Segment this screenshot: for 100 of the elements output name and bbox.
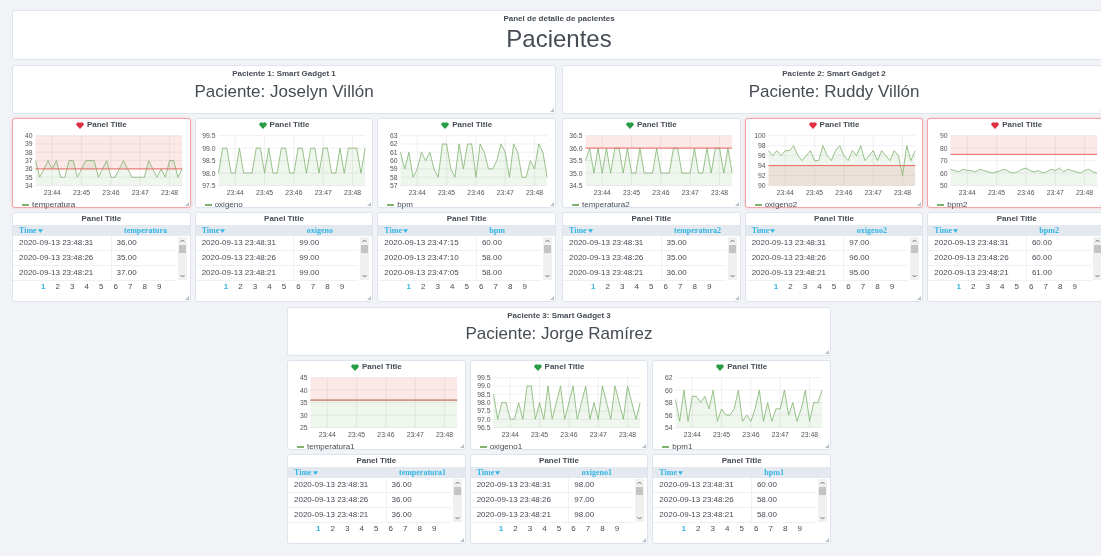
page-link[interactable]: 8 (137, 282, 153, 292)
page-link[interactable]: 3 (797, 282, 813, 292)
page-link[interactable]: 7 (673, 282, 688, 292)
page-link[interactable]: 6 (566, 524, 581, 534)
page-link[interactable]: 5 (826, 282, 842, 292)
page-link[interactable]: 8 (687, 282, 703, 292)
page-link[interactable]: 4 (444, 282, 460, 292)
page-link[interactable]: 6 (108, 282, 124, 292)
legend-label[interactable]: oxigeno (214, 200, 243, 209)
page-link[interactable]: 2 (600, 282, 616, 292)
page-link[interactable]: 9 (427, 524, 442, 534)
page-link[interactable]: 3 (522, 524, 538, 534)
resize-handle-icon[interactable] (917, 296, 922, 300)
page-link[interactable]: 6 (748, 524, 764, 534)
resize-handle-icon[interactable] (459, 538, 464, 542)
page-link[interactable]: 5 (1009, 282, 1024, 292)
page-link[interactable]: 6 (291, 282, 306, 292)
page-link[interactable]: 8 (777, 524, 793, 534)
scrollbar[interactable] (543, 237, 552, 280)
page-link[interactable]: 9 (517, 282, 532, 292)
scrollbar[interactable] (360, 237, 370, 280)
page-link[interactable]: 9 (884, 282, 900, 292)
page-link[interactable]: 5 (369, 524, 384, 534)
page-link[interactable]: 5 (644, 282, 659, 292)
page-link[interactable]: 4 (354, 524, 370, 534)
page-link[interactable]: 6 (473, 282, 489, 292)
legend-label[interactable]: temperatura2 (582, 200, 630, 209)
page-link[interactable]: 9 (792, 524, 807, 534)
page-link[interactable]: 4 (994, 282, 1010, 292)
legend-label[interactable]: temperatura1 (307, 442, 355, 451)
page-link[interactable]: 6 (1023, 282, 1039, 292)
legend-label[interactable]: bpm1 (672, 442, 693, 451)
page-link[interactable]: 4 (629, 282, 645, 292)
page-link[interactable]: 9 (702, 282, 717, 292)
page-link[interactable]: 4 (79, 282, 95, 292)
page-link[interactable]: 5 (276, 282, 292, 292)
page-link[interactable]: 2 (965, 282, 981, 292)
page-link[interactable]: 2 (508, 524, 523, 534)
page-link[interactable]: 2 (233, 282, 248, 292)
page-link[interactable]: 2 (783, 282, 798, 292)
page-link[interactable]: 7 (1038, 282, 1053, 292)
page-link[interactable]: 8 (1052, 282, 1068, 292)
resize-handle-icon[interactable] (184, 202, 189, 206)
page-link[interactable]: 4 (719, 524, 735, 534)
page-link[interactable]: 6 (383, 524, 399, 534)
page-link[interactable]: 3 (65, 282, 80, 292)
scrollbar[interactable] (727, 237, 737, 280)
page-link[interactable]: 3 (705, 524, 720, 534)
page-link[interactable]: 3 (615, 282, 630, 292)
resize-handle-icon[interactable] (367, 296, 372, 300)
page-link[interactable]: 5 (551, 524, 567, 534)
scrollbar[interactable] (452, 479, 462, 522)
page-link[interactable]: 7 (580, 524, 596, 534)
page-link[interactable]: 2 (325, 524, 341, 534)
page-link[interactable]: 5 (734, 524, 749, 534)
legend-label[interactable]: oxigeno1 (489, 442, 523, 451)
page-link[interactable]: 5 (459, 282, 474, 292)
page-link[interactable]: 6 (658, 282, 674, 292)
page-link[interactable]: 3 (340, 524, 355, 534)
page-link[interactable]: 7 (123, 282, 138, 292)
legend-label[interactable]: bpm (397, 200, 413, 209)
resize-handle-icon[interactable] (825, 444, 829, 448)
resize-handle-icon[interactable] (734, 296, 739, 300)
resize-handle-icon[interactable] (917, 202, 922, 206)
page-link[interactable]: 4 (537, 524, 552, 534)
resize-handle-icon[interactable] (367, 202, 372, 206)
resize-handle-icon[interactable] (459, 444, 464, 448)
page-link[interactable]: 7 (305, 282, 321, 292)
page-link[interactable]: 2 (415, 282, 431, 292)
resize-handle-icon[interactable] (550, 296, 554, 300)
page-link[interactable]: 8 (502, 282, 518, 292)
page-link[interactable]: 4 (812, 282, 827, 292)
scrollbar[interactable] (635, 479, 645, 522)
resize-handle-icon[interactable] (825, 538, 829, 542)
page-link[interactable]: 7 (398, 524, 413, 534)
resize-handle-icon[interactable] (550, 108, 554, 112)
page-link[interactable]: 3 (247, 282, 263, 292)
scrollbar[interactable] (177, 237, 187, 280)
page-link[interactable]: 8 (595, 524, 610, 534)
legend-label[interactable]: oxigeno2 (764, 200, 798, 209)
page-link[interactable]: 4 (262, 282, 277, 292)
scrollbar[interactable] (910, 237, 920, 280)
legend-label[interactable]: bpm2 (947, 200, 968, 209)
resize-handle-icon[interactable] (734, 202, 739, 206)
page-link[interactable]: 9 (334, 282, 350, 292)
page-link[interactable]: 7 (763, 524, 778, 534)
resize-handle-icon[interactable] (642, 444, 647, 448)
page-link[interactable]: 9 (152, 282, 167, 292)
page-link[interactable]: 7 (488, 282, 503, 292)
page-link[interactable]: 2 (50, 282, 66, 292)
legend-label[interactable]: temperatura (32, 200, 76, 209)
resize-handle-icon[interactable] (184, 296, 189, 300)
page-link[interactable]: 3 (980, 282, 995, 292)
page-link[interactable]: 8 (320, 282, 335, 292)
page-link[interactable]: 9 (609, 524, 625, 534)
page-link[interactable]: 6 (841, 282, 856, 292)
page-link[interactable]: 2 (690, 524, 706, 534)
page-link[interactable]: 8 (870, 282, 885, 292)
page-link[interactable]: 3 (430, 282, 445, 292)
resize-handle-icon[interactable] (550, 202, 554, 206)
